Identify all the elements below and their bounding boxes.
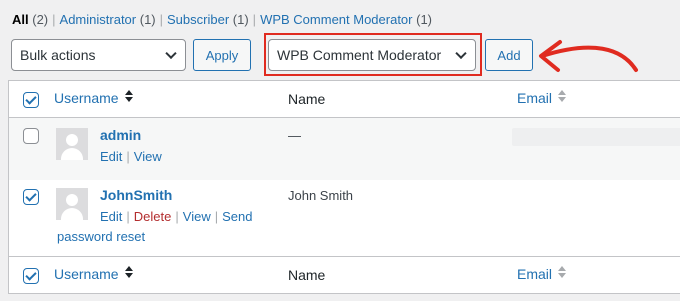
change-role-select[interactable]: WPB Comment Moderator: [268, 39, 476, 71]
delete-link[interactable]: Delete: [134, 209, 172, 224]
sort-arrows-icon: [557, 90, 567, 104]
user-role-views: All (2) | Administrator (1) | Subscriber (1)…: [12, 12, 432, 27]
view-separator: |: [252, 12, 257, 27]
table-footer-row: Username Name Email: [9, 256, 680, 293]
users-table: Username Name Email admin Edit | View — Jo…: [8, 80, 680, 294]
table-row: JohnSmith Edit | Delete | View | Send password…: [9, 180, 680, 255]
apply-button[interactable]: Apply: [193, 39, 251, 71]
view-separator: |: [52, 12, 56, 27]
add-role-button[interactable]: Add: [485, 39, 533, 71]
edit-link[interactable]: Edit: [100, 149, 122, 164]
column-name: Name: [288, 267, 326, 283]
column-email[interactable]: Email: [517, 90, 567, 106]
column-username[interactable]: Username: [54, 266, 134, 282]
bulk-actions-value: Bulk actions: [20, 47, 96, 63]
view-wpb-comment-moderator[interactable]: WPB Comment Moderator (1): [260, 12, 432, 27]
sort-arrows-icon: [124, 90, 134, 104]
email-cell-blurred: [512, 128, 680, 146]
row-actions: Edit | View: [100, 149, 162, 164]
column-username[interactable]: Username: [54, 90, 134, 106]
table-row: admin Edit | View —: [9, 118, 680, 180]
row-actions: Edit | Delete | View | Send: [100, 209, 253, 224]
password-reset-link[interactable]: password reset: [57, 227, 145, 247]
view-separator: |: [159, 12, 164, 27]
view-link[interactable]: View: [183, 209, 211, 224]
name-cell: John Smith: [288, 188, 354, 203]
sort-arrows-icon: [557, 266, 567, 280]
row-checkbox[interactable]: [23, 189, 39, 205]
view-subscriber[interactable]: Subscriber (1): [167, 12, 249, 27]
column-email[interactable]: Email: [517, 266, 567, 282]
view-administrator[interactable]: Administrator (1): [60, 12, 156, 27]
edit-link[interactable]: Edit: [100, 209, 122, 224]
avatar-placeholder-icon: [56, 128, 88, 160]
select-all-checkbox[interactable]: [23, 92, 39, 108]
bulk-actions-select[interactable]: Bulk actions: [11, 39, 186, 71]
username-link[interactable]: admin: [100, 127, 141, 143]
row-checkbox[interactable]: [23, 128, 39, 144]
sort-arrows-icon: [124, 266, 134, 280]
change-role-value: WPB Comment Moderator: [277, 47, 442, 63]
send-password-reset-link[interactable]: Send: [222, 209, 252, 224]
view-all[interactable]: All (2): [12, 12, 48, 27]
chevron-down-icon: [165, 47, 177, 60]
username-link[interactable]: JohnSmith: [100, 187, 172, 203]
annotation-arrow-icon: [539, 40, 638, 72]
view-link[interactable]: View: [134, 149, 162, 164]
chevron-down-icon: [455, 47, 467, 60]
column-name: Name: [288, 91, 326, 107]
table-header-row: Username Name Email: [9, 81, 680, 118]
name-cell: —: [288, 128, 301, 143]
select-all-checkbox[interactable]: [23, 268, 39, 284]
